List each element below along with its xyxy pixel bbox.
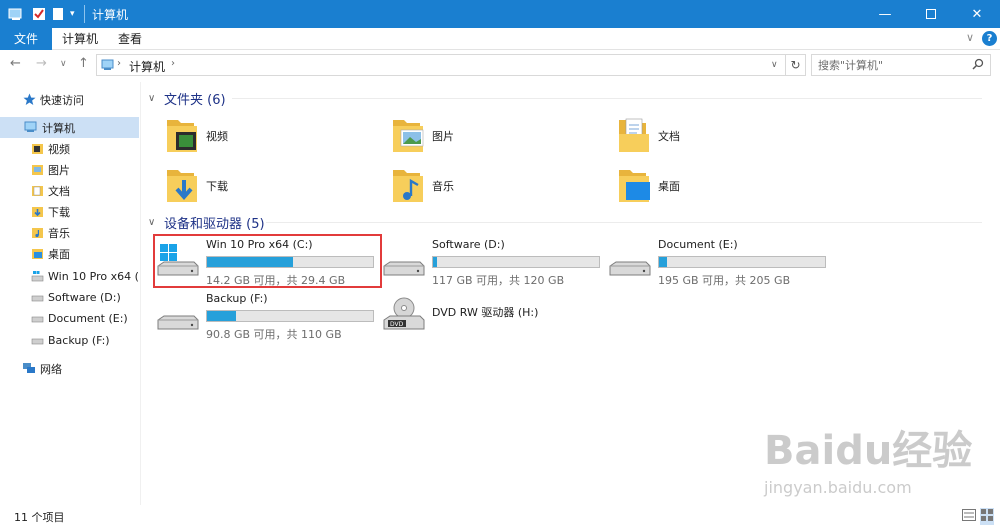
tab-view[interactable]: 查看 xyxy=(108,28,152,50)
chevron-down-icon: ∨ xyxy=(148,92,156,104)
drive-usage-bar xyxy=(206,310,374,322)
sidebar-item-drive-f[interactable]: Backup (F:) xyxy=(0,330,139,351)
video-folder-icon xyxy=(30,142,44,156)
drive-icon xyxy=(30,291,44,305)
breadcrumb-chevron-icon[interactable]: › xyxy=(171,58,175,69)
window-title: 计算机 xyxy=(92,8,129,22)
breadcrumb-computer[interactable]: 计算机 xyxy=(129,58,165,75)
folder-music[interactable]: 音乐 xyxy=(390,164,590,208)
drive-item-f[interactable]: Backup (F:) 90.8 GB 可用，共 110 GB xyxy=(154,288,384,342)
title-separator xyxy=(84,5,85,23)
group-divider xyxy=(232,98,982,99)
refresh-button[interactable]: ↻ xyxy=(786,54,806,76)
folder-pictures[interactable]: 图片 xyxy=(390,114,590,158)
music-folder-icon xyxy=(393,170,423,202)
computer-icon xyxy=(101,58,115,75)
windows-drive-icon xyxy=(30,270,44,284)
drive-usage-fill xyxy=(433,257,438,267)
chevron-down-icon: ∨ xyxy=(148,216,156,228)
desktop-folder-icon xyxy=(619,170,650,202)
computer-icon xyxy=(24,121,38,135)
search-icon[interactable] xyxy=(972,58,984,73)
group-divider xyxy=(266,222,982,223)
sidebar-item-drive-c[interactable]: Win 10 Pro x64 (C:) xyxy=(0,266,139,287)
tab-computer[interactable]: 计算机 xyxy=(56,28,104,50)
dvd-drive-icon: DVD xyxy=(383,297,425,330)
drive-usage-bar xyxy=(432,256,600,268)
address-dropdown-icon[interactable]: ∨ xyxy=(771,60,778,70)
drive-item-e[interactable]: Document (E:) 195 GB 可用，共 205 GB xyxy=(606,234,836,288)
drive-item-d[interactable]: Software (D:) 117 GB 可用，共 120 GB xyxy=(380,234,610,288)
drive-usage-bar xyxy=(658,256,826,268)
drive-usage-fill xyxy=(659,257,668,267)
pictures-folder-icon xyxy=(30,163,44,177)
search-box[interactable] xyxy=(811,54,991,76)
status-bar: 11 个项目 xyxy=(0,505,1000,527)
forward-arrow-icon[interactable]: → xyxy=(36,56,47,71)
sidebar-item-network[interactable]: 网络 xyxy=(0,358,139,379)
folder-documents[interactable]: 文档 xyxy=(616,114,816,158)
sidebar-item-music[interactable]: 音乐 xyxy=(0,222,139,243)
maximize-button[interactable] xyxy=(908,0,954,28)
back-arrow-icon[interactable]: ← xyxy=(10,56,21,71)
app-icon[interactable] xyxy=(8,5,24,23)
desktop-folder-icon xyxy=(30,247,44,261)
highlight-box xyxy=(153,234,382,288)
drive-icon xyxy=(30,334,44,348)
expand-ribbon-icon[interactable]: ∨ xyxy=(966,31,974,44)
details-view-icon[interactable] xyxy=(962,509,976,524)
sidebar-item-videos[interactable]: 视频 xyxy=(0,138,139,159)
pictures-folder-icon xyxy=(393,120,424,152)
sidebar-item-documents[interactable]: 文档 xyxy=(0,180,139,201)
folder-downloads[interactable]: 下载 xyxy=(164,164,364,208)
baidu-watermark: Baidu经验 jingyan.baidu.com xyxy=(764,418,990,504)
properties-icon[interactable] xyxy=(32,5,46,23)
drive-icon xyxy=(609,261,651,276)
recent-locations-icon[interactable]: ∨ xyxy=(60,59,67,69)
large-icons-view-icon[interactable] xyxy=(980,508,994,525)
sidebar-item-drive-d[interactable]: Software (D:) xyxy=(0,287,139,308)
music-folder-icon xyxy=(30,226,44,240)
sidebar-item-computer[interactable]: 计算机 xyxy=(0,117,139,138)
minimize-button[interactable]: — xyxy=(862,0,908,28)
folder-videos[interactable]: 视频 xyxy=(164,114,364,158)
customize-toolbar-icon[interactable]: ▾ xyxy=(70,5,75,23)
sidebar-item-desktop[interactable]: 桌面 xyxy=(0,243,139,264)
address-row: ← → ∨ ↑ › 计算机 › ∨ ↻ xyxy=(0,50,1000,80)
drive-item-h[interactable]: DVD DVD RW 驱动器 (H:) xyxy=(380,288,610,342)
group-header-devices[interactable]: ∨ 设备和驱动器 (5) xyxy=(148,212,265,232)
search-input[interactable] xyxy=(812,55,962,75)
sidebar-item-downloads[interactable]: 下载 xyxy=(0,201,139,222)
video-folder-icon xyxy=(167,120,197,152)
up-arrow-icon[interactable]: ↑ xyxy=(78,56,89,71)
svg-text:DVD: DVD xyxy=(390,321,404,328)
documents-folder-icon xyxy=(30,184,44,198)
watermark-brand: Baidu经验 xyxy=(764,428,973,474)
sidebar-item-pictures[interactable]: 图片 xyxy=(0,159,139,180)
ribbon: 文件 计算机 查看 ∨ ? xyxy=(0,28,1000,50)
downloads-folder-icon xyxy=(30,205,44,219)
help-icon[interactable]: ? xyxy=(982,31,997,46)
sidebar-item-quick-access[interactable]: 快速访问 xyxy=(0,89,139,110)
title-bar: ▾ 计算机 — ✕ xyxy=(0,0,1000,28)
network-icon xyxy=(22,362,36,376)
drive-usage-fill xyxy=(207,311,237,321)
navigation-pane: 快速访问 计算机 视频 图片 文档 下载 音乐 桌面 Win 10 Pro x6… xyxy=(0,82,141,505)
folder-desktop[interactable]: 桌面 xyxy=(616,164,816,208)
star-icon xyxy=(22,93,36,107)
close-button[interactable]: ✕ xyxy=(954,0,1000,28)
drive-icon xyxy=(383,261,425,276)
watermark-url: jingyan.baidu.com xyxy=(764,478,912,497)
documents-folder-icon xyxy=(619,118,649,152)
group-header-folders[interactable]: ∨ 文件夹 (6) xyxy=(148,88,226,108)
new-folder-icon[interactable] xyxy=(52,5,64,23)
tab-file[interactable]: 文件 xyxy=(0,28,52,50)
downloads-folder-icon xyxy=(167,170,197,202)
breadcrumb-chevron-icon: › xyxy=(117,58,121,69)
address-bar[interactable]: › 计算机 › ∨ xyxy=(96,54,786,76)
sidebar-item-drive-e[interactable]: Document (E:) xyxy=(0,308,139,329)
drive-icon xyxy=(157,315,199,330)
item-count: 11 个项目 xyxy=(14,511,65,524)
drive-icon xyxy=(30,312,44,326)
